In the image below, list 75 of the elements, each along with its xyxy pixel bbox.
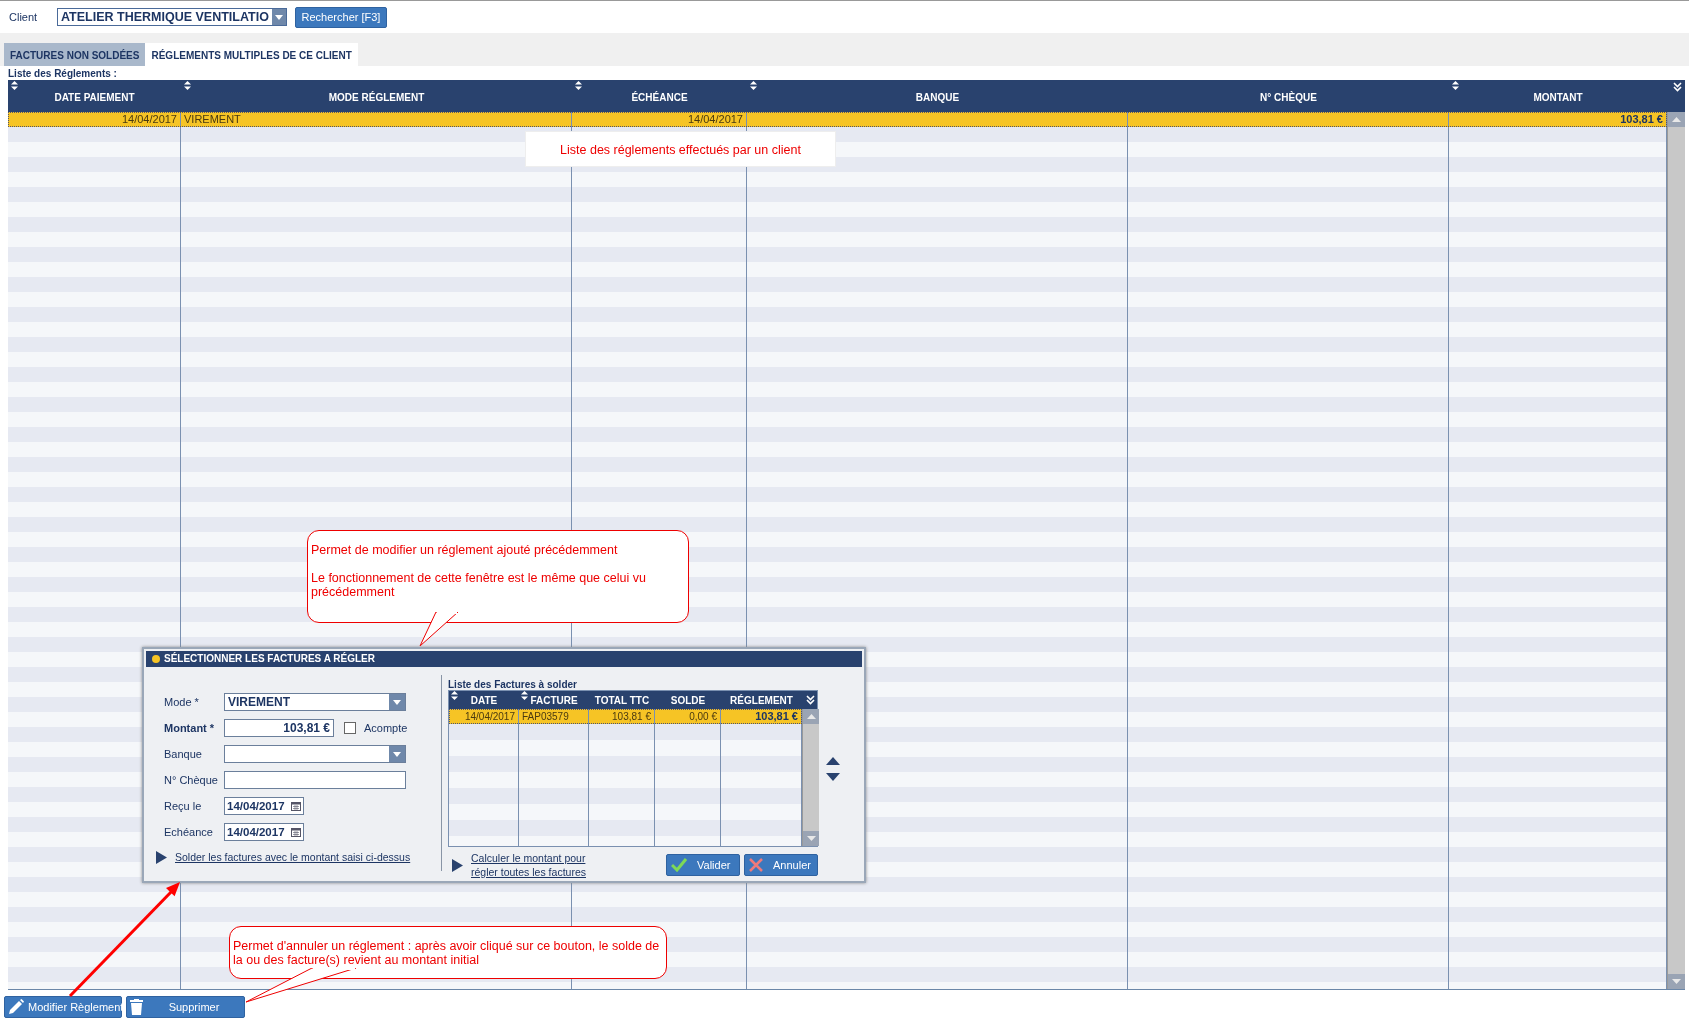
link[interactable]: Calculer le montant pour régler toutes les factures (471, 851, 589, 879)
client-select[interactable]: ATELIER THERMIQUE VENTILATIO (57, 8, 287, 26)
chevron-down-icon[interactable] (806, 695, 815, 705)
input-field[interactable] (224, 771, 406, 789)
dialog-button[interactable]: Annuler (744, 854, 818, 876)
calendar-icon[interactable] (291, 801, 301, 811)
tooltip: Liste des réglements effectués par un client (525, 131, 836, 167)
field-label: N° Chèque (164, 772, 219, 788)
date-field[interactable]: 14/04/2017 (224, 797, 304, 815)
sort-icon[interactable] (1452, 81, 1459, 90)
table-cell: 103,81 € (1620, 113, 1663, 125)
sort-icon[interactable] (750, 81, 757, 90)
caret-icon[interactable] (393, 751, 401, 757)
column-header[interactable]: N° CHÈQUE (1260, 90, 1317, 105)
dot-icon (152, 655, 160, 663)
callout-text: Le fonctionnement de cette fenêtre est le même que celui vu précédemment (311, 571, 647, 599)
sort-icon[interactable] (451, 691, 458, 700)
field-label: Echéance (164, 824, 214, 840)
column-header[interactable]: RÉGLEMENT (730, 695, 793, 706)
dialog-button[interactable]: Valider (666, 854, 740, 876)
caret-icon[interactable] (275, 14, 283, 20)
field-label: Mode * (164, 694, 200, 710)
search-button[interactable]: Rechercher [F3] (295, 6, 387, 28)
sort-icon[interactable] (575, 81, 582, 90)
table-cell: 14/04/2017 (121, 113, 177, 125)
column-header[interactable]: DATE (470, 695, 498, 706)
callout-text: Permet de modifier un réglement ajouté précédemment (311, 543, 619, 557)
triangle-icon (452, 858, 463, 872)
column-header[interactable]: ÉCHÉANCE (631, 90, 688, 105)
table-row[interactable]: 14/04/2017 VIREMENT 14/04/2017 103,81 € (8, 112, 1667, 127)
column-header[interactable]: DATE PAIEMENT (54, 90, 135, 105)
client-label: Client (9, 9, 39, 25)
tab[interactable]: FACTURES NON SOLDÉES (4, 43, 146, 66)
date-field[interactable]: 14/04/2017 (224, 823, 304, 841)
action-button[interactable]: Supprimer (126, 996, 245, 1018)
list-title: Liste des Réglements : (7, 67, 118, 80)
calendar-icon[interactable] (291, 827, 301, 837)
tab[interactable]: RÉGLEMENTS MULTIPLES DE CE CLIENT (145, 43, 358, 66)
close-icon (749, 858, 763, 872)
field-label: Montant * (164, 720, 216, 736)
table-row[interactable]: 14/04/2017 FAP03579 103,81 € 0,00 € 103,81 € (449, 709, 802, 724)
checkbox[interactable] (344, 722, 356, 734)
table-cell: 14/04/2017 (687, 113, 743, 125)
column-header[interactable]: SOLDE (670, 695, 706, 706)
table-cell: 103,81 € (612, 711, 651, 722)
column-header[interactable]: BANQUE (915, 90, 960, 105)
check-icon (671, 858, 687, 872)
column-header[interactable]: MODE RÉGLEMENT (328, 90, 425, 105)
sort-icon[interactable] (184, 81, 191, 90)
column-header[interactable]: MONTANT (1533, 90, 1583, 105)
sort-icon[interactable] (521, 691, 528, 700)
table-cell: VIREMENT (184, 113, 241, 125)
field-label: Banque (164, 746, 203, 762)
move-up-button[interactable] (826, 756, 840, 765)
callout-text: Permet d'annuler un réglement : après avoir cliqué sur ce bouton, le solde de la ou des facture(s) revient au montant initial (233, 939, 661, 967)
trash-icon (130, 999, 143, 1015)
table-cell: 0,00 € (689, 711, 717, 722)
amount-field[interactable]: 103,81 € (224, 719, 334, 737)
column-header[interactable]: TOTAL TTC (594, 695, 650, 706)
select-field[interactable]: VIREMENT (224, 693, 406, 711)
column-header[interactable]: FACTURE (530, 695, 578, 706)
triangle-icon (156, 851, 167, 865)
list-title: Liste des Factures à solder (448, 678, 578, 690)
checkbox-label: Acompte (364, 720, 408, 736)
sort-icon[interactable] (11, 81, 18, 90)
link[interactable]: Solder les factures avec le montant saisi ci-dessus (175, 850, 411, 866)
move-down-button[interactable] (826, 772, 840, 781)
dialog-title: SÉLECTIONNER LES FACTURES A RÉGLER (164, 651, 375, 666)
select-field[interactable] (224, 745, 406, 763)
table-cell: 14/04/2017 (464, 711, 515, 722)
table-cell: FAP03579 (522, 711, 569, 722)
caret-icon[interactable] (393, 699, 401, 705)
chevron-down-icon[interactable] (1673, 82, 1682, 92)
field-label: Reçu le (164, 798, 203, 814)
table-cell: 103,81 € (755, 710, 798, 722)
